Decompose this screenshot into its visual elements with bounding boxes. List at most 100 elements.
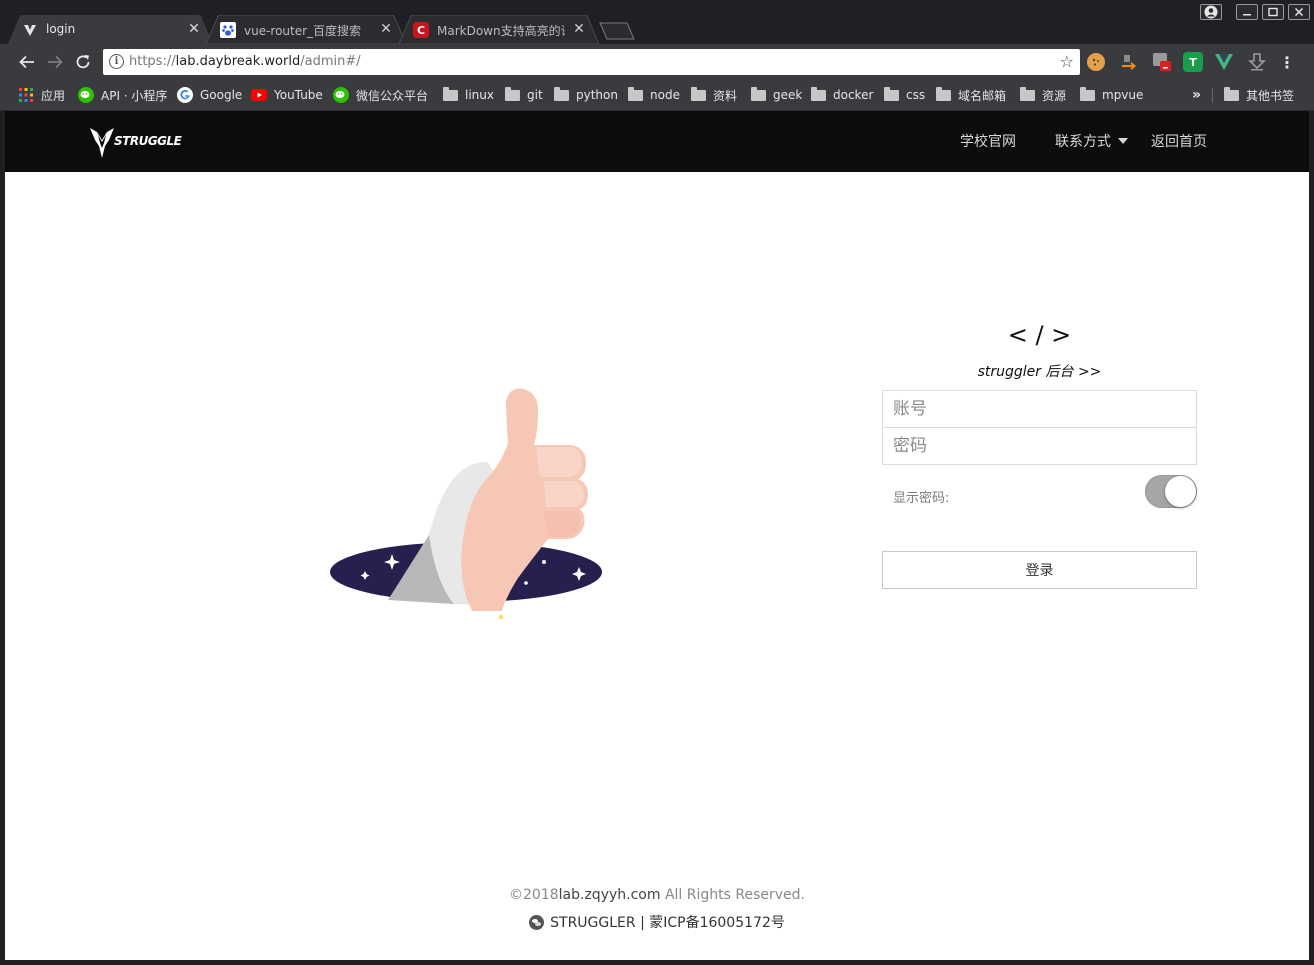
nav-school-link[interactable]: 学校官网 xyxy=(960,131,1016,151)
minimize-button[interactable] xyxy=(1236,4,1258,20)
bookmark-folder-python[interactable]: python xyxy=(553,86,618,104)
close-window-button[interactable] xyxy=(1288,4,1310,20)
tab-close-icon[interactable]: ✕ xyxy=(571,20,587,38)
bookmark-label: geek xyxy=(773,88,803,102)
bookmark-folder-ziliao[interactable]: 资料 xyxy=(690,86,737,104)
folder-icon xyxy=(750,86,766,103)
bookmark-apps[interactable]: 应用 xyxy=(18,86,65,104)
profile-button[interactable] xyxy=(1200,4,1222,20)
login-fields xyxy=(882,390,1197,465)
bookmark-label: API · 小程序 xyxy=(101,88,168,103)
cookie-extension-icon[interactable] xyxy=(1087,53,1105,71)
screenshot-extension-icon[interactable] xyxy=(1152,52,1172,72)
toggle-knob xyxy=(1165,476,1196,507)
folder-icon xyxy=(935,86,951,103)
apps-grid-icon xyxy=(18,87,34,103)
maximize-button[interactable] xyxy=(1262,4,1284,20)
site-logo[interactable]: STRUGGLE xyxy=(89,126,182,160)
folder-icon xyxy=(553,86,569,103)
nav-home-link[interactable]: 返回首页 xyxy=(1151,131,1207,151)
login-subtitle: struggler 后台 >> xyxy=(977,364,1102,380)
bookmark-label: 微信公众平台 xyxy=(356,88,429,103)
bookmark-label: git xyxy=(527,88,543,102)
bookmark-google[interactable]: Google xyxy=(177,86,242,104)
bookmark-folder-linux[interactable]: linux xyxy=(442,86,494,104)
password-input[interactable] xyxy=(882,427,1197,465)
folder-icon xyxy=(690,86,706,103)
show-password-toggle[interactable] xyxy=(1145,475,1197,508)
bookmark-folder-ziyuan[interactable]: 资源 xyxy=(1019,86,1066,104)
bookmark-folder-mpvue[interactable]: mpvue xyxy=(1079,86,1143,104)
folder-icon xyxy=(1019,86,1035,103)
bookmark-label: python xyxy=(576,88,618,102)
baidu-paw-icon xyxy=(220,22,236,38)
site-footer: ©2018lab.zqyyh.com All Rights Reserved. … xyxy=(5,887,1309,932)
browser-titlebar: login ✕ vue-router_百度搜索 ✕ C MarkDown支持高亮… xyxy=(0,0,1314,44)
show-password-label: 显示密码: xyxy=(893,491,950,506)
back-button[interactable] xyxy=(16,51,38,73)
login-button[interactable]: 登录 xyxy=(882,551,1197,589)
bookmark-label: 其他书签 xyxy=(1246,88,1295,103)
tampermonkey-t-icon[interactable]: T xyxy=(1183,52,1203,72)
close-icon xyxy=(1294,7,1304,17)
tab-login[interactable]: login ✕ xyxy=(8,15,213,44)
account-input[interactable] xyxy=(882,390,1197,428)
menu-kebab-icon[interactable]: ⋮ xyxy=(1277,52,1297,72)
code-mark-title: < / > xyxy=(1007,321,1072,349)
forward-button[interactable] xyxy=(44,51,66,73)
forward-arrow-icon xyxy=(48,55,63,69)
finger-highlight xyxy=(544,511,581,537)
login-panel: < / > struggler 后台 >> 显示密码: 登录 xyxy=(882,321,1197,589)
bookmark-label: YouTube xyxy=(274,88,323,102)
struggle-logo-icon xyxy=(90,128,114,158)
bookmark-label: 域名邮箱 xyxy=(958,88,1007,103)
bookmarks-divider xyxy=(1212,88,1213,103)
tab-close-icon[interactable]: ✕ xyxy=(378,20,394,38)
reload-button[interactable] xyxy=(72,51,94,73)
new-tab-button[interactable] xyxy=(598,22,636,40)
bookmark-folder-node[interactable]: node xyxy=(627,86,680,104)
bookmark-api-miniprogram[interactable]: API · 小程序 xyxy=(78,86,167,104)
folder-icon xyxy=(1079,86,1095,103)
reload-icon xyxy=(76,55,90,69)
footer-domain-link[interactable]: lab.zqyyh.com xyxy=(559,887,661,903)
folder-icon xyxy=(442,86,458,103)
nav-contact-dropdown[interactable]: 联系方式 xyxy=(1055,131,1128,151)
tab-label: vue-router_百度搜索 xyxy=(244,24,362,38)
download-extension-icon[interactable] xyxy=(1247,52,1267,72)
csdn-c-icon: C xyxy=(413,22,429,38)
bookmark-folder-git[interactable]: git xyxy=(504,86,543,104)
folder-icon xyxy=(627,86,643,103)
folder-icon xyxy=(883,86,899,103)
icp-text[interactable]: STRUGGLER | 蒙ICP备16005172号 xyxy=(550,912,785,932)
folder-icon xyxy=(1223,86,1239,103)
bookmark-label: mpvue xyxy=(1102,88,1144,102)
tab-markdown[interactable]: C MarkDown支持高亮的语 ✕ xyxy=(399,15,599,44)
bookmark-wechat-platform[interactable]: 微信公众平台 xyxy=(333,86,428,104)
back-arrow-icon xyxy=(19,55,34,69)
bookmark-star-icon[interactable]: ☆ xyxy=(1060,52,1074,71)
tab-close-icon[interactable]: ✕ xyxy=(186,20,202,38)
bookmarks-overflow-button[interactable]: » xyxy=(1192,86,1201,104)
address-bar[interactable]: i https://lab.daybreak.world/admin#/ ☆ xyxy=(103,49,1080,75)
bookmark-label: 应用 xyxy=(41,88,66,103)
vue-devtools-icon[interactable] xyxy=(1214,52,1234,72)
copyright-year: ©2018 xyxy=(509,887,559,903)
finger-highlight xyxy=(544,481,584,507)
bookmark-folder-docker[interactable]: docker xyxy=(810,86,873,104)
folder-icon xyxy=(504,86,520,103)
wechat-icon xyxy=(78,87,94,103)
bookmark-folder-domain-mail[interactable]: 域名邮箱 xyxy=(935,86,1006,104)
finger-highlight xyxy=(536,447,582,477)
bookmark-other-bookmarks[interactable]: 其他书签 xyxy=(1223,86,1294,104)
bookmark-youtube[interactable]: YouTube xyxy=(251,86,323,104)
bookmark-label: 资源 xyxy=(1042,88,1067,103)
bookmark-label: linux xyxy=(465,88,494,102)
bookmark-folder-geek[interactable]: geek xyxy=(750,86,802,104)
site-info-icon[interactable]: i xyxy=(109,54,124,69)
star-dot xyxy=(524,581,528,585)
transfer-extension-icon[interactable] xyxy=(1119,52,1139,72)
tab-vue-router[interactable]: vue-router_百度搜索 ✕ xyxy=(206,15,406,44)
bookmark-folder-css[interactable]: css xyxy=(883,86,925,104)
thumbs-up-portal-illustration xyxy=(330,388,602,620)
